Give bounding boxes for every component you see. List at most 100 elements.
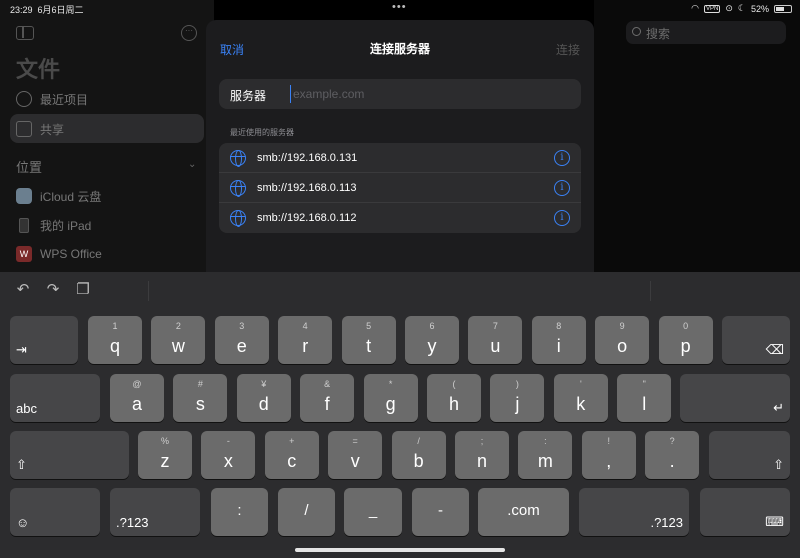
key-alt-label: - [226,436,230,446]
toolbar-divider [148,281,149,301]
dotcom-key[interactable]: .com [478,488,569,536]
key-n[interactable]: ; n [455,431,509,479]
key-u[interactable]: 7u [468,316,523,364]
sidebar-item-label: 我的 iPad [40,218,92,233]
key-s[interactable]: # s [173,374,228,422]
search-field[interactable]: 搜索 [626,21,786,44]
sidebar-item-icloud[interactable]: iCloud 云盘 [16,183,101,209]
key-label: c [287,451,297,471]
key-alt-label: 7 [492,321,498,331]
key-alt-label: & [324,379,331,389]
hyphen-key[interactable]: - [412,488,469,536]
key-l[interactable]: " l [617,374,672,422]
cancel-button[interactable]: 取消 [220,41,244,58]
key-label: q [109,336,120,356]
abc-key[interactable]: abc [10,374,100,422]
key-z[interactable]: % z [138,431,192,479]
sidebar-item-recent[interactable]: 最近项目 [16,86,88,112]
key-label: d [258,394,269,414]
underscore-key[interactable]: _ [344,488,402,536]
key-p[interactable]: 0p [658,316,713,364]
info-icon[interactable]: i [554,180,570,196]
key-b[interactable]: / b [391,431,446,479]
key-label: .com [507,502,540,519]
key-c[interactable]: + c [264,431,319,479]
info-icon[interactable]: i [554,210,570,226]
key-a[interactable]: @ a [110,374,164,422]
server-input[interactable] [290,85,570,103]
wifi-icon: ◠ [691,3,700,13]
vpn-badge: VPN [704,4,721,13]
shift-icon: ⇧ [773,457,784,472]
key-x[interactable]: -x [201,431,256,479]
globe-icon [230,210,246,227]
key-m[interactable]: :m [518,431,573,479]
key-v[interactable]: = v [328,431,383,479]
key-label: . [669,451,675,471]
key-e[interactable]: 3e [214,316,269,364]
shift-key-right[interactable]: ⇧ [709,431,790,479]
sidebar-item-wps[interactable]: W WPS Office [16,241,102,267]
key-i[interactable]: 8i [531,316,586,364]
lock-rotation-icon: ⊙ [725,3,733,13]
key-k[interactable]: ' k [553,374,608,422]
return-key[interactable]: ↵ [680,374,790,422]
undo-icon[interactable]: ↶ [15,282,31,298]
return-icon: ↵ [773,400,784,415]
key-w[interactable]: 2w [151,316,206,364]
key-label: .?123 [116,515,149,530]
recent-server-row[interactable]: smb://192.168.0.112 i [219,203,581,233]
key-label: v [350,451,360,471]
search-icon [632,27,641,36]
numbers-key-left[interactable]: .?123 [110,488,200,536]
key-d[interactable]: ¥ d [236,374,291,422]
sidebar-toggle-icon[interactable] [16,26,34,40]
key-o[interactable]: 9o [595,316,650,364]
key-comma[interactable]: !, [581,431,636,479]
home-indicator[interactable] [295,548,505,552]
key-t[interactable]: 5t [341,316,396,364]
recent-server-row[interactable]: smb://192.168.0.131 i [219,143,581,173]
sidebar-item-ipad[interactable]: 我的 iPad [16,212,91,238]
key-y[interactable]: 6y [405,316,459,364]
key-alt-label: + [289,436,295,446]
key-alt-label: 6 [429,321,435,331]
key-label: p [680,336,691,356]
paste-icon[interactable]: ❐ [75,282,91,298]
key-f[interactable]: & f [300,374,355,422]
redo-icon[interactable]: ↷ [45,282,61,298]
more-icon[interactable]: ··· [181,25,197,41]
delete-key[interactable]: ⌫ [722,316,790,364]
numbers-key-right[interactable]: .?123 [579,488,689,536]
shift-key-left[interactable]: ⇧ [10,431,129,479]
slash-key[interactable]: / [278,488,335,536]
key-label: , [606,451,612,471]
emoji-key[interactable]: ☺ [10,488,100,536]
info-icon[interactable]: i [554,150,570,166]
key-q[interactable]: 1q [88,316,142,364]
key-label: x [223,451,233,471]
chevron-down-icon[interactable]: ⌄ [188,159,196,170]
key-alt-label: / [417,436,420,446]
key-label: z [160,451,170,471]
key-label: e [236,336,247,356]
multitasking-dots-icon[interactable]: ••• [392,1,407,13]
connect-server-dialog: 连接服务器 取消 连接 服务器 最近使用的服务器 smb://192.168.0… [206,20,594,280]
key-alt-label: * [388,379,393,389]
key-period[interactable]: ?. [645,431,700,479]
key-g[interactable]: * g [363,374,418,422]
sidebar-item-shared[interactable]: 共享 [16,116,64,142]
colon-key[interactable]: : [211,488,268,536]
key-alt-label: ; [480,436,484,446]
recent-servers-header: 最近使用的服务器 [230,128,294,137]
tab-key[interactable]: ⇥ [10,316,78,364]
key-alt-label: : [544,436,547,446]
key-label: .?123 [650,515,683,530]
section-header-locations: 位置 [16,160,43,175]
key-j[interactable]: ) j [490,374,545,422]
key-h[interactable]: (h [427,374,481,422]
connect-button[interactable]: 连接 [556,41,580,58]
hide-keyboard-key[interactable]: ⌨ [700,488,790,536]
key-r[interactable]: 4r [278,316,333,364]
recent-server-row[interactable]: smb://192.168.0.113 i [219,173,581,203]
